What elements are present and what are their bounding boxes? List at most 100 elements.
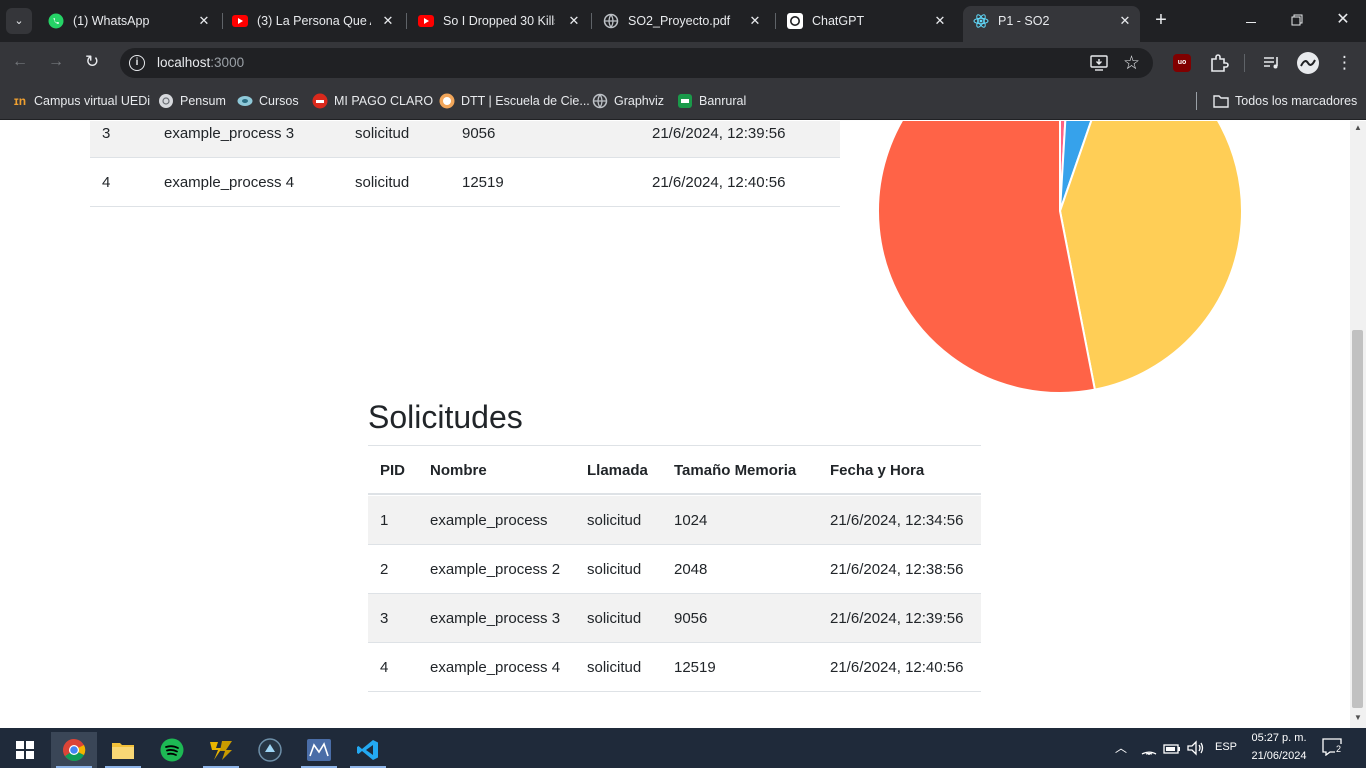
all-bookmarks-folder[interactable]: Todos los marcadores (1213, 92, 1357, 110)
cell-fecha: 21/6/2024, 12:40:56 (652, 174, 786, 191)
table-row: 4 example_process 4 solicitud 12519 21/6… (90, 158, 840, 207)
close-icon[interactable]: ✕ (196, 13, 212, 29)
close-window-button[interactable]: ✕ (1328, 10, 1358, 30)
scrollbar-thumb[interactable] (1352, 330, 1363, 708)
chevron-down-icon: ⌄ (14, 15, 24, 27)
tab-youtube-30-kills[interactable]: So I Dropped 30 Kills ✕ (418, 8, 582, 34)
notification-count: 2 (1335, 744, 1343, 754)
page-content: 3 example_process 3 solicitud 9056 21/6/… (0, 121, 1350, 728)
menu-kebab-icon[interactable]: ⋮ (1336, 52, 1353, 74)
close-icon[interactable]: ✕ (1117, 13, 1133, 29)
campus-logo-icon: ɪn (13, 94, 27, 108)
vscode-icon (357, 740, 378, 760)
address-host: localhost (157, 55, 211, 70)
extensions-puzzle-icon[interactable] (1209, 53, 1229, 73)
close-icon[interactable]: ✕ (747, 13, 763, 29)
tab-title: (1) WhatsApp (73, 14, 150, 28)
bookmark-label: MI PAGO CLARO (334, 94, 434, 108)
tab-p1-so2[interactable]: P1 - SO2 ✕ (973, 8, 1133, 34)
cell-fecha: 21/6/2024, 12:40:56 (830, 659, 964, 676)
bookmark-label: Graphviz (614, 94, 665, 108)
bookmarks-divider (1196, 92, 1197, 110)
tab-chatgpt[interactable]: ChatGPT ✕ (787, 8, 948, 34)
tab-separator (222, 13, 223, 29)
taskbar-vscode[interactable] (345, 732, 391, 768)
cell-nombre: example_process (430, 512, 548, 529)
header-fecha: Fecha y Hora (830, 462, 925, 479)
taskbar-file-explorer[interactable] (100, 732, 146, 768)
ublock-extension-icon[interactable]: uo (1173, 54, 1191, 72)
bookmark-graphviz[interactable]: Graphviz (592, 92, 664, 110)
tab-so2-proyecto-pdf[interactable]: SO2_Proyecto.pdf ✕ (603, 8, 763, 34)
battery-icon[interactable] (1163, 742, 1181, 754)
install-app-icon[interactable] (1090, 55, 1108, 71)
restore-button[interactable] (1282, 10, 1312, 30)
spotify-icon (160, 738, 184, 762)
new-tab-button[interactable]: + (1150, 9, 1172, 31)
cell-llamada: solicitud (355, 174, 410, 191)
minimize-icon (1246, 22, 1256, 23)
bookmark-cursos[interactable]: Cursos (237, 92, 299, 110)
close-icon[interactable]: ✕ (566, 13, 582, 29)
cell-fecha: 21/6/2024, 12:39:56 (830, 610, 964, 627)
profile-avatar-icon[interactable] (1297, 52, 1319, 74)
tab-separator (591, 13, 592, 29)
bookmark-label: DTT | Escuela de Cie... (461, 94, 590, 108)
close-icon[interactable]: ✕ (380, 13, 396, 29)
windows-start-icon (16, 741, 34, 759)
cell-tamano: 12519 (674, 659, 716, 676)
claro-logo-icon (312, 93, 328, 109)
cell-pid: 4 (102, 174, 111, 191)
bookmark-label: Cursos (259, 94, 299, 108)
cell-nombre: example_process 4 (430, 659, 561, 676)
clock-date[interactable]: 21/06/2024 (1248, 750, 1310, 762)
volume-icon[interactable] (1187, 740, 1205, 756)
taskbar-zip-tool[interactable] (198, 732, 244, 768)
taskbar-mysql-workbench[interactable] (296, 732, 342, 768)
tab-whatsapp[interactable]: (1) WhatsApp ✕ (48, 8, 212, 34)
cell-pid: 2 (380, 561, 389, 578)
cell-tamano: 12519 (462, 174, 504, 191)
address-port: :3000 (210, 55, 245, 70)
cell-nombre: example_process 4 (164, 174, 295, 191)
bookmark-pensum[interactable]: Pensum (158, 92, 226, 110)
taskbar-chrome[interactable] (51, 732, 97, 768)
memory-pie-chart (877, 121, 1243, 394)
bookmark-label: Banrural (699, 94, 747, 108)
bookmark-campus-virtual[interactable]: ɪn Campus virtual UEDi (12, 92, 150, 110)
chevron-up-icon[interactable]: ︿ (1115, 739, 1127, 756)
taskbar-spotify[interactable] (149, 732, 195, 768)
tab-title: SO2_Proyecto.pdf (628, 14, 731, 28)
tab-search-button[interactable]: ⌄ (6, 8, 32, 34)
tab-youtube-la-persona[interactable]: (3) La Persona Que Al ✕ (232, 8, 396, 34)
folder-icon (1213, 93, 1229, 109)
cell-pid: 1 (380, 512, 389, 529)
bookmark-dtt-escuela[interactable]: DTT | Escuela de Cie... (439, 92, 590, 110)
file-explorer-icon (112, 743, 134, 759)
close-icon[interactable]: ✕ (932, 13, 948, 29)
taskbar-app[interactable] (247, 732, 293, 768)
media-control-icon[interactable] (1263, 55, 1281, 71)
cell-tamano: 9056 (462, 125, 496, 142)
whatsapp-icon (48, 13, 64, 29)
scroll-up-arrow-icon[interactable]: ▲ (1354, 123, 1362, 132)
forward-arrow-icon[interactable]: → (48, 53, 64, 71)
tab-separator (775, 13, 776, 29)
start-button[interactable] (2, 732, 48, 768)
table-row: 1 example_process solicitud 1024 21/6/20… (368, 496, 981, 545)
minimize-button[interactable] (1236, 10, 1266, 30)
reload-icon[interactable]: ↻ (85, 52, 99, 72)
bookmark-star-icon[interactable]: ☆ (1123, 52, 1140, 75)
address-bar[interactable]: i localhost:3000 ☆ (120, 48, 1153, 78)
wifi-icon[interactable] (1141, 741, 1157, 755)
back-arrow-icon[interactable]: ← (12, 53, 28, 71)
site-info-icon[interactable]: i (129, 55, 145, 71)
bookmark-mi-pago-claro[interactable]: MI PAGO CLARO (312, 92, 433, 110)
clock-time[interactable]: 05:27 p. m. (1248, 732, 1310, 744)
bookmark-banrural[interactable]: Banrural (677, 92, 746, 110)
notification-center-button[interactable]: 2 (1322, 738, 1346, 760)
cell-tamano: 9056 (674, 610, 708, 627)
header-pid: PID (380, 462, 406, 479)
scroll-down-arrow-icon[interactable]: ▼ (1354, 713, 1362, 722)
input-language[interactable]: ESP (1215, 741, 1237, 753)
